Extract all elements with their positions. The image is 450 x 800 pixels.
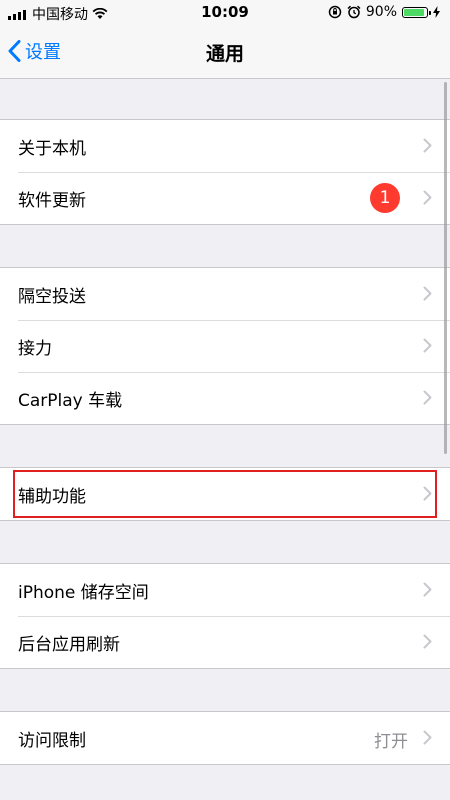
navigation-bar: 设置 通用 [0, 26, 450, 79]
chevron-right-icon [423, 138, 432, 158]
row-label: 接力 [18, 338, 52, 359]
status-right: 90% [328, 4, 440, 20]
alarm-icon [347, 5, 361, 19]
row-label: 隔空投送 [18, 286, 86, 307]
row-background-refresh[interactable]: 后台应用刷新 [0, 616, 450, 668]
chevron-right-icon [423, 730, 432, 750]
group-accessibility: 辅助功能 [0, 467, 450, 521]
battery-level [404, 8, 424, 16]
row-label: CarPlay 车载 [18, 390, 123, 411]
battery-icon [402, 6, 431, 18]
chevron-right-icon [423, 634, 432, 654]
chevron-right-icon [423, 486, 432, 506]
row-label: 关于本机 [18, 138, 86, 159]
status-bar: 中国移动 10:09 90% [0, 0, 450, 26]
chevron-right-icon [423, 190, 432, 210]
row-software-update[interactable]: 软件更新 1 [0, 172, 450, 224]
group-connectivity: 隔空投送 接力 CarPlay 车载 [0, 267, 450, 425]
battery-percent: 90% [365, 4, 397, 20]
group-storage: iPhone 储存空间 后台应用刷新 [0, 563, 450, 669]
chevron-right-icon [423, 582, 432, 602]
row-handoff[interactable]: 接力 [0, 320, 450, 372]
row-carplay[interactable]: CarPlay 车载 [0, 372, 450, 424]
row-airdrop[interactable]: 隔空投送 [0, 268, 450, 320]
row-label: 软件更新 [18, 190, 86, 211]
row-label: 后台应用刷新 [18, 634, 120, 655]
row-value: 打开 [374, 732, 408, 752]
row-iphone-storage[interactable]: iPhone 储存空间 [0, 564, 450, 616]
row-label: iPhone 储存空间 [18, 582, 149, 603]
row-about[interactable]: 关于本机 [0, 120, 450, 172]
group-about: 关于本机 软件更新 1 [0, 119, 450, 225]
page-title: 通用 [205, 43, 244, 65]
scrollbar[interactable] [444, 82, 447, 454]
row-restrictions[interactable]: 访问限制 打开 [0, 712, 450, 764]
rotation-lock-icon [328, 5, 342, 19]
charging-icon [433, 6, 440, 18]
chevron-right-icon [423, 286, 432, 306]
chevron-right-icon [423, 390, 432, 410]
row-label: 辅助功能 [18, 486, 86, 507]
group-restrictions: 访问限制 打开 [0, 711, 450, 765]
settings-list: 关于本机 软件更新 1 隔空投送 接力 CarPlay 车载 辅助功能 iPho… [0, 79, 450, 765]
row-label: 访问限制 [18, 730, 86, 751]
notification-badge: 1 [370, 183, 400, 213]
row-accessibility[interactable]: 辅助功能 [0, 468, 450, 520]
chevron-right-icon [423, 338, 432, 358]
